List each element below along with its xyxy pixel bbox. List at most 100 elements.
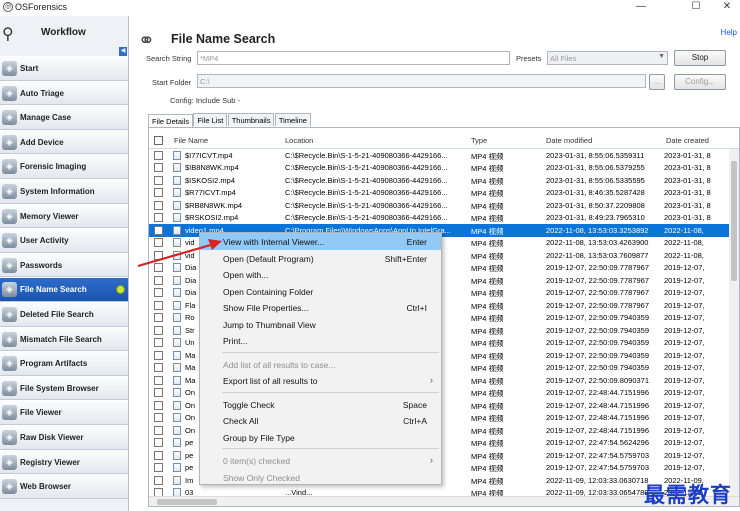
row-checkbox[interactable] [154, 150, 163, 160]
sidebar-item-start[interactable]: ◈ Start [0, 56, 128, 81]
row-checkbox[interactable] [154, 450, 163, 460]
menu-item-open-containing-folder[interactable]: Open Containing Folder [200, 283, 441, 300]
help-link[interactable]: Help [721, 28, 737, 37]
sidebar-item-memory-viewer[interactable]: ◈ Memory Viewer [0, 203, 128, 229]
sidebar-item-mismatch-file-search[interactable]: ◈ Mismatch File Search [0, 326, 128, 352]
row-checkbox[interactable] [154, 438, 163, 447]
tab-file-list[interactable]: File List [193, 113, 228, 126]
cell-date-modified: 2023-01-31, 8:55:06.5359311 [546, 150, 645, 160]
sidebar-item-passwords[interactable]: ◈ Passwords [0, 252, 128, 278]
table-row[interactable]: $RB8N8WK.mp4 C:\$Recycle.Bin\S-1-5-21-409… [149, 199, 739, 212]
column-file-name[interactable]: File Name [174, 136, 208, 145]
start-folder-input[interactable]: C:\ [197, 74, 646, 88]
row-checkbox[interactable] [154, 413, 163, 422]
vertical-scrollbar[interactable] [729, 149, 739, 497]
browse-button[interactable]: ... [649, 74, 665, 90]
row-checkbox[interactable] [154, 225, 163, 235]
row-checkbox[interactable] [154, 388, 163, 397]
row-checkbox[interactable] [154, 288, 163, 297]
table-row[interactable]: $RSKOSI2.mp4 C:\$Recycle.Bin\S-1-5-21-409… [149, 212, 739, 225]
tab-thumbnails[interactable]: Thumbnails [227, 113, 275, 126]
sidebar-item-label: Deleted File Search [20, 309, 94, 319]
row-checkbox[interactable] [154, 213, 163, 222]
menu-item-show-file-properties[interactable]: Show File Properties... Ctrl+I [200, 299, 441, 316]
sidebar-item-file-viewer[interactable]: ◈ File Viewer [0, 400, 128, 425]
sidebar-item-system-information[interactable]: ◈ System Information [0, 178, 128, 204]
artifacts-icon: ◈ [2, 356, 17, 372]
cell-date-modified: 2022-11-08, 13:53:03.3253892 [546, 225, 649, 235]
config-button[interactable]: Config... [674, 74, 726, 90]
scroll-thumb[interactable] [157, 499, 217, 505]
close-button[interactable]: ✕ [712, 0, 740, 14]
cell-date-modified: 2019-12-07, 22:50:09.7787967 [546, 275, 650, 285]
cell-file-name: $I77ICVT.mp4 [185, 150, 233, 160]
row-checkbox[interactable] [154, 188, 163, 197]
column-location[interactable]: Location [285, 136, 313, 145]
sidebar-item-program-artifacts[interactable]: ◈ Program Artifacts [0, 351, 128, 376]
row-checkbox[interactable] [154, 475, 163, 485]
collapse-sidebar-icon[interactable]: ◀ [119, 47, 127, 56]
search-string-input[interactable]: *MP4 [197, 51, 510, 65]
sidebar-item-user-activity[interactable]: ◈ User Activity [0, 228, 128, 253]
sidebar-item-add-device[interactable]: ◈ Add Device [0, 129, 128, 155]
table-row[interactable]: $I77ICVT.mp4 C:\$Recycle.Bin\S-1-5-21-409… [149, 149, 739, 162]
cell-date-created: 2019-12-07, [664, 288, 705, 297]
menu-item-jump-to-thumbnail-view[interactable]: Jump to Thumbnail View [200, 316, 441, 333]
row-checkbox[interactable] [154, 163, 163, 172]
scroll-thumb[interactable] [731, 161, 737, 281]
sidebar-item-label: Manage Case [20, 113, 72, 123]
row-checkbox[interactable] [154, 313, 163, 322]
menu-item-export-list-of-all-results-to[interactable]: Export list of all results to › [200, 372, 441, 389]
row-checkbox[interactable] [154, 325, 163, 335]
row-checkbox[interactable] [154, 400, 163, 410]
row-checkbox[interactable] [154, 250, 163, 260]
row-checkbox[interactable] [154, 375, 163, 385]
row-checkbox[interactable] [154, 200, 163, 210]
minimize-button[interactable]: — [626, 0, 656, 14]
sidebar-item-auto-triage[interactable]: ◈ Auto Triage [0, 80, 128, 106]
row-checkbox[interactable] [154, 363, 163, 372]
tab-file-details[interactable]: File Details [148, 114, 194, 127]
column-type[interactable]: Type [471, 136, 487, 145]
row-checkbox[interactable] [154, 350, 163, 360]
menu-item-toggle-check[interactable]: Toggle Check Space [200, 396, 441, 413]
row-checkbox[interactable] [154, 263, 163, 272]
sidebar-item-registry-viewer[interactable]: ◈ Registry Viewer [0, 449, 128, 475]
cell-date-created: 2023-01-31, 8 [664, 175, 711, 185]
sidebar-item-file-system-browser[interactable]: ◈ File System Browser [0, 375, 128, 401]
registry-icon: ◈ [2, 454, 17, 470]
menu-item-print[interactable]: Print... [200, 332, 441, 349]
select-all-checkbox[interactable] [154, 136, 163, 145]
row-checkbox[interactable] [154, 463, 163, 472]
sidebar-item-file-name-search[interactable]: ◈ File Name Search [0, 277, 128, 302]
sidebar-item-forensic-imaging[interactable]: ◈ Forensic Imaging [0, 154, 128, 179]
maximize-button[interactable]: ☐ [681, 0, 711, 14]
video-file-icon [173, 213, 181, 222]
column-date-created[interactable]: Date created [666, 136, 709, 145]
tab-timeline[interactable]: Timeline [274, 113, 311, 126]
menu-item-open-default-program[interactable]: Open (Default Program) Shift+Enter [200, 250, 441, 267]
row-checkbox[interactable] [154, 275, 163, 285]
stop-button[interactable]: Stop [674, 50, 726, 66]
row-checkbox[interactable] [154, 300, 163, 310]
cell-date-created: 2019-12-07, [664, 463, 705, 472]
table-row[interactable]: $R77ICVT.mp4 C:\$Recycle.Bin\S-1-5-21-409… [149, 187, 739, 200]
menu-item-check-all[interactable]: Check All Ctrl+A [200, 412, 441, 429]
presets-dropdown[interactable]: All Files ▼ [547, 51, 668, 65]
row-checkbox[interactable] [154, 338, 163, 347]
menu-item-group-by-file-type[interactable]: Group by File Type [200, 429, 441, 446]
row-checkbox[interactable] [154, 175, 163, 185]
row-checkbox[interactable] [154, 425, 163, 435]
cell-date-modified: 2023-01-31, 8:55:06.5379255 [546, 163, 645, 172]
sidebar-item-web-browser[interactable]: ◈ Web Browser [0, 474, 128, 499]
table-row[interactable]: $IB8N8WK.mp4 C:\$Recycle.Bin\S-1-5-21-409… [149, 162, 739, 175]
sidebar-item-raw-disk-viewer[interactable]: ◈ Raw Disk Viewer [0, 424, 128, 450]
menu-item-view-with-internal-viewer[interactable]: View with Internal Viewer... Enter [200, 233, 441, 250]
row-checkbox[interactable] [154, 238, 163, 247]
sidebar-item-manage-case[interactable]: ◈ Manage Case [0, 105, 128, 130]
sidebar-item-deleted-file-search[interactable]: ◈ Deleted File Search [0, 301, 128, 327]
menu-item-open-with[interactable]: Open with... [200, 266, 441, 283]
column-date-modified[interactable]: Date modified [546, 136, 592, 145]
table-row[interactable]: $ISKOSI2.mp4 C:\$Recycle.Bin\S-1-5-21-409… [149, 174, 739, 187]
video-file-icon [173, 375, 181, 385]
